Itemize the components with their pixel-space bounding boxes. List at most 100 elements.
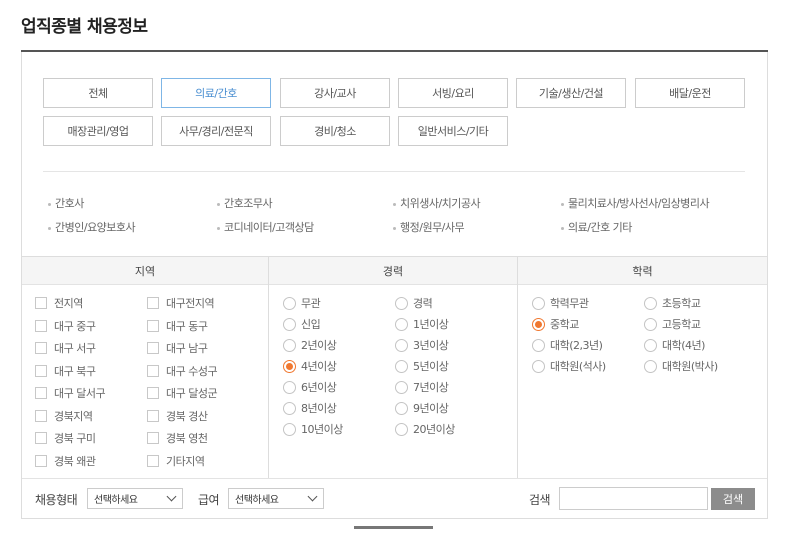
radio-button[interactable] [395, 338, 408, 352]
education-option[interactable]: 대학(4년) [644, 337, 705, 353]
radio-button[interactable] [644, 338, 657, 352]
category-button[interactable]: 기술/생산/건설 [516, 78, 626, 108]
region-option[interactable]: 대구 달성군 [147, 385, 218, 401]
career-option[interactable]: 신입 [283, 316, 321, 332]
category-button[interactable]: 서빙/요리 [398, 78, 508, 108]
category-button[interactable]: 경비/청소 [280, 116, 390, 146]
category-button[interactable]: 배달/운전 [635, 78, 745, 108]
career-option[interactable]: 5년이상 [395, 358, 449, 374]
radio-button[interactable] [532, 296, 545, 310]
employment-type-select[interactable]: 선택하세요 [87, 488, 183, 509]
radio-button[interactable] [395, 422, 408, 436]
education-option[interactable]: 대학원(석사) [532, 358, 606, 374]
radio-button[interactable] [283, 359, 296, 373]
checkbox[interactable] [35, 319, 47, 332]
salary-select[interactable]: 선택하세요 [228, 488, 324, 509]
checkbox[interactable] [147, 342, 159, 354]
career-option[interactable]: 경력 [395, 295, 433, 311]
checkbox[interactable] [147, 297, 159, 309]
radio-button[interactable] [283, 422, 296, 436]
radio-button[interactable] [283, 380, 296, 394]
radio-button[interactable] [644, 359, 657, 373]
search-input[interactable] [559, 487, 708, 510]
radio-button[interactable] [395, 380, 408, 394]
subcategory-item[interactable]: 의료/간호 기타 [561, 219, 632, 235]
search-button[interactable]: 검색 [711, 488, 755, 510]
region-option[interactable]: 경북 영천 [147, 430, 208, 446]
region-option[interactable]: 대구 서구 [35, 340, 96, 356]
checkbox[interactable] [35, 297, 47, 309]
scroll-indicator[interactable] [354, 526, 433, 529]
radio-button[interactable] [532, 359, 545, 373]
career-option[interactable]: 8년이상 [283, 400, 337, 416]
checkbox[interactable] [147, 454, 159, 467]
education-option[interactable]: 중학교 [532, 316, 579, 332]
subcategory-item[interactable]: 물리치료사/방사선사/임상병리사 [561, 195, 710, 211]
bullet-icon [48, 226, 51, 230]
radio-button[interactable] [644, 296, 657, 310]
career-option[interactable]: 4년이상 [283, 358, 337, 374]
radio-button[interactable] [283, 296, 296, 310]
subcategory-item[interactable]: 간호조무사 [217, 195, 273, 211]
radio-button[interactable] [395, 296, 408, 310]
education-option[interactable]: 초등학교 [644, 295, 701, 311]
region-option[interactable]: 대구전지역 [147, 295, 215, 311]
category-button[interactable]: 의료/간호 [161, 78, 271, 108]
career-option[interactable]: 2년이상 [283, 337, 337, 353]
radio-button[interactable] [644, 317, 657, 331]
region-option[interactable]: 경북지역 [35, 408, 93, 424]
region-option[interactable]: 경북 구미 [35, 430, 96, 446]
radio-button[interactable] [283, 317, 296, 331]
checkbox[interactable] [147, 364, 159, 377]
region-option[interactable]: 대구 달서구 [35, 385, 106, 401]
checkbox[interactable] [35, 342, 47, 354]
radio-button[interactable] [532, 338, 545, 352]
category-button[interactable]: 사무/경리/전문직 [161, 116, 271, 146]
career-option[interactable]: 6년이상 [283, 379, 337, 395]
checkbox[interactable] [35, 387, 47, 399]
region-option[interactable]: 대구 중구 [35, 318, 96, 334]
region-option[interactable]: 대구 수성구 [147, 363, 218, 379]
career-option[interactable]: 20년이상 [395, 421, 455, 437]
radio-button[interactable] [395, 401, 408, 415]
radio-button[interactable] [283, 338, 296, 352]
region-option[interactable]: 경북 경산 [147, 408, 208, 424]
career-option[interactable]: 7년이상 [395, 379, 449, 395]
checkbox[interactable] [147, 387, 159, 399]
region-option[interactable]: 기타지역 [147, 453, 205, 469]
subcategory-item[interactable]: 행정/원무/사무 [393, 219, 465, 235]
radio-button[interactable] [532, 317, 545, 331]
category-button[interactable]: 전체 [43, 78, 153, 108]
career-option[interactable]: 무관 [283, 295, 321, 311]
category-button[interactable]: 강사/교사 [280, 78, 390, 108]
checkbox[interactable] [35, 409, 47, 422]
region-option[interactable]: 대구 남구 [147, 340, 208, 356]
checkbox[interactable] [147, 319, 159, 332]
subcategory-item[interactable]: 간병인/요양보호사 [48, 219, 136, 235]
region-option[interactable]: 경북 왜관 [35, 453, 96, 469]
career-option[interactable]: 1년이상 [395, 316, 449, 332]
category-button[interactable]: 매장관리/영업 [43, 116, 153, 146]
checkbox[interactable] [147, 432, 159, 444]
radio-button[interactable] [395, 359, 408, 373]
radio-button[interactable] [395, 317, 408, 331]
education-option[interactable]: 고등학교 [644, 316, 701, 332]
education-option[interactable]: 대학원(박사) [644, 358, 718, 374]
radio-button[interactable] [283, 401, 296, 415]
category-button[interactable]: 일반서비스/기타 [398, 116, 508, 146]
education-option[interactable]: 학력무관 [532, 295, 589, 311]
checkbox[interactable] [35, 364, 47, 377]
subcategory-item[interactable]: 치위생사/치기공사 [393, 195, 481, 211]
checkbox[interactable] [147, 409, 159, 422]
career-option[interactable]: 10년이상 [283, 421, 343, 437]
region-option[interactable]: 전지역 [35, 295, 83, 311]
checkbox[interactable] [35, 454, 47, 467]
subcategory-item[interactable]: 간호사 [48, 195, 84, 211]
checkbox[interactable] [35, 432, 47, 444]
career-option[interactable]: 3년이상 [395, 337, 449, 353]
education-option[interactable]: 대학(2,3년) [532, 337, 603, 353]
career-option[interactable]: 9년이상 [395, 400, 449, 416]
subcategory-item[interactable]: 코디네이터/고객상담 [217, 219, 314, 235]
region-option[interactable]: 대구 북구 [35, 363, 96, 379]
region-option[interactable]: 대구 동구 [147, 318, 208, 334]
